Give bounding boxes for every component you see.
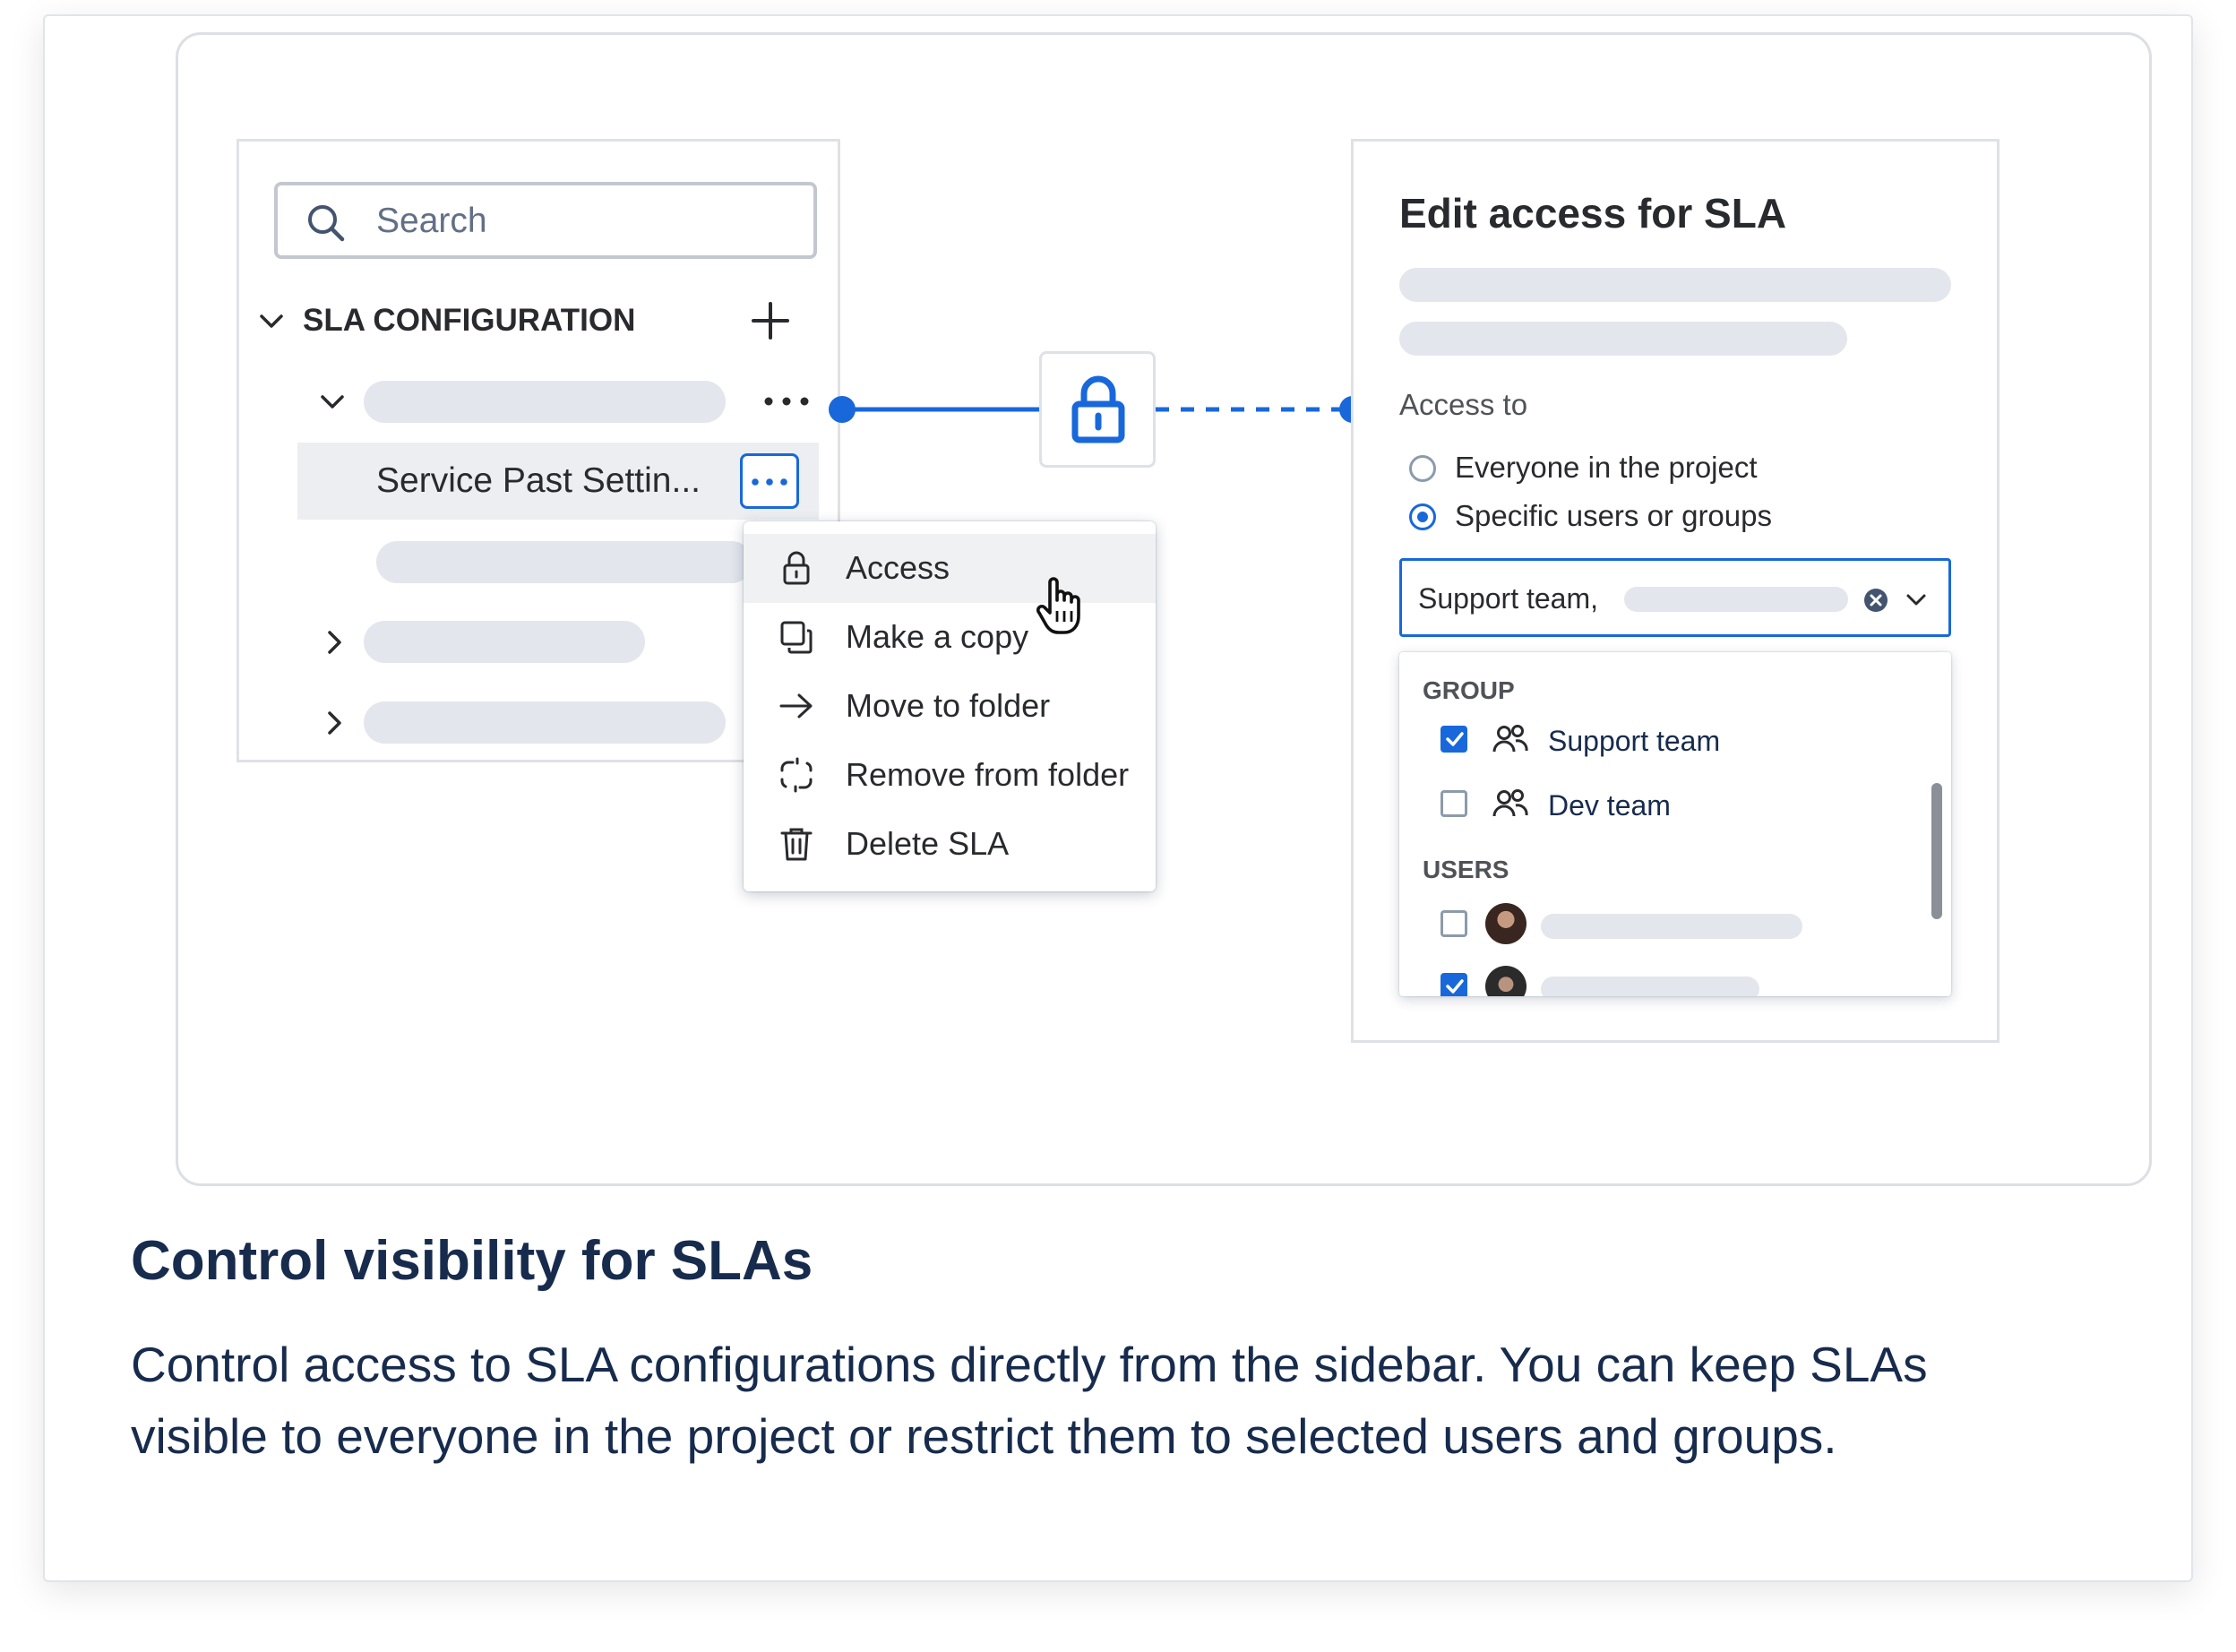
hand-cursor-icon [1036,577,1080,634]
checkbox[interactable] [1440,910,1467,937]
chevron-right-icon[interactable] [321,629,348,656]
avatar [1485,903,1526,944]
dropdown-scrollbar[interactable] [1931,783,1942,919]
checkbox[interactable] [1440,973,1467,996]
menu-item-label: Make a copy [846,618,1029,655]
menu-item-label: Remove from folder [846,756,1130,793]
connector-lock-box [1039,351,1156,468]
radio-everyone[interactable] [1409,455,1436,482]
caption-title: Control visibility for SLAs [131,1230,813,1292]
arrow-right-icon [779,693,813,718]
select-value: Support team, [1418,582,1598,615]
section-title: SLA CONFIGURATION [303,303,636,338]
option-user[interactable] [1399,894,1919,953]
checkbox[interactable] [1440,790,1467,817]
menu-item-label: Access [846,549,950,586]
option-dev-team[interactable]: Dev team [1399,774,1919,833]
caption-body-line-1: Control access to SLA configurations dir… [131,1337,1928,1392]
users-groups-select[interactable]: Support team, [1399,558,1951,637]
users-header: USERS [1423,856,1509,883]
radio-label-everyone: Everyone in the project [1455,451,1758,484]
skeleton-folder [364,381,726,423]
chevron-down-icon[interactable] [319,389,346,416]
context-menu: Access Make a copy Move to folder Remove… [744,521,1156,891]
search-placeholder: Search [376,202,487,240]
access-label: Access to [1399,388,1528,421]
search-icon [308,205,345,242]
more-actions-button[interactable] [740,453,799,509]
radio-label-specific: Specific users or groups [1455,499,1772,532]
more-icon [752,478,787,486]
avatar [1485,966,1526,996]
clear-icon[interactable] [1862,587,1889,614]
add-icon[interactable] [751,301,790,340]
people-icon [1492,789,1528,817]
search-input[interactable]: Search [274,182,817,259]
sidebar-item-label: Service Past Settin... [376,461,701,500]
lock-icon [783,551,810,585]
chevron-right-icon[interactable] [321,710,348,736]
panel-title: Edit access for SLA [1399,190,1787,237]
menu-item-label: Delete SLA [846,825,1010,862]
trash-icon [780,828,813,861]
option-label: Support team [1548,725,1721,757]
option-label: Dev team [1548,789,1671,822]
skeleton-user-name [1541,977,1759,996]
group-header: GROUP [1423,676,1515,704]
radio-specific[interactable] [1409,503,1436,530]
menu-item-access[interactable]: Access [744,534,1156,603]
check-icon [1446,979,1464,994]
copy-icon [780,621,813,654]
chevron-down-icon[interactable] [258,308,285,335]
lock-icon [1071,375,1125,443]
unlink-icon [780,757,813,793]
chevron-down-icon[interactable] [1904,588,1929,613]
skeleton-text [1399,268,1951,302]
skeleton-item [376,541,752,583]
skeleton-folder [364,701,726,744]
option-support-team[interactable]: Support team [1399,711,1919,770]
menu-item-move-to-folder[interactable]: Move to folder [744,672,1156,741]
option-user[interactable] [1399,957,1919,996]
checkbox[interactable] [1440,726,1467,753]
more-icon[interactable] [763,392,810,410]
caption-body-line-2: visible to everyone in the project or re… [131,1408,1837,1464]
menu-item-label: Move to folder [846,687,1051,724]
skeleton-folder [364,621,645,663]
menu-item-make-copy[interactable]: Make a copy [744,603,1156,672]
skeleton-text [1399,322,1847,356]
skeleton-user-name [1541,914,1802,939]
skeleton-selection [1624,587,1848,612]
menu-item-remove-from-folder[interactable]: Remove from folder [744,741,1156,810]
menu-item-delete-sla[interactable]: Delete SLA [744,810,1156,879]
select-dropdown: GROUP Support team Dev team USERS [1399,652,1951,996]
check-icon [1446,732,1464,746]
people-icon [1492,725,1528,753]
